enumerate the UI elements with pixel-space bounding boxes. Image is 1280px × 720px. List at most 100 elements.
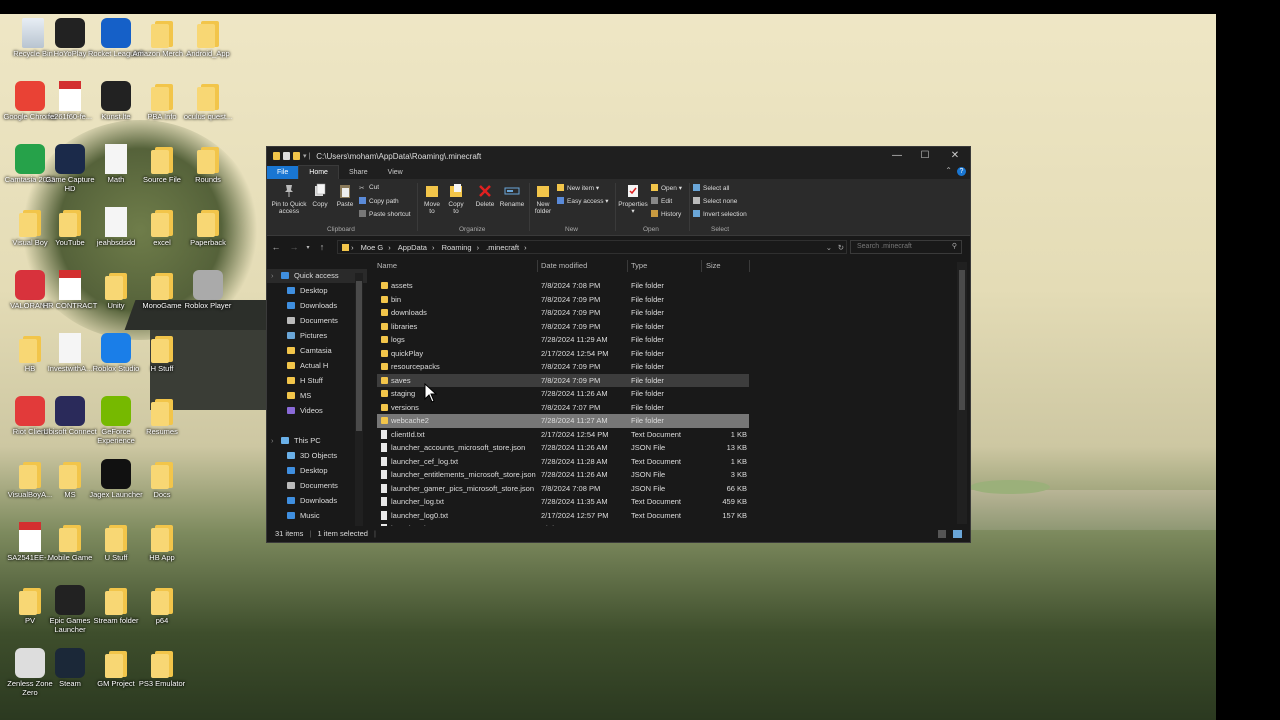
title-bar[interactable]: ▾ | C:\Users\moham\AppData\Roaming\.mine… (267, 147, 970, 165)
file-row[interactable]: webcache2 7/28/2024 11:27 AM File folder (377, 414, 749, 428)
search-input[interactable]: Search .minecraft ⚲ (850, 240, 962, 254)
nav-item[interactable]: Desktop (267, 464, 367, 478)
invert-selection-button[interactable]: Invert selection (693, 210, 747, 218)
tab-share[interactable]: Share (339, 166, 378, 179)
nav-item[interactable]: Actual H (267, 359, 367, 373)
desktop-icon[interactable]: HB App (132, 522, 192, 563)
file-row[interactable]: downloads 7/8/2024 7:09 PM File folder (377, 306, 749, 320)
file-row[interactable]: libraries 7/8/2024 7:09 PM File folder (377, 320, 749, 334)
file-row[interactable]: launcher_cef_log.txt 7/28/2024 11:28 AM Te… (377, 455, 749, 469)
file-row[interactable]: logs 7/28/2024 11:29 AM File folder (377, 333, 749, 347)
file-row[interactable]: quickPlay 2/17/2024 12:54 PM File folder (377, 347, 749, 361)
desktop-icon[interactable]: Docs (132, 459, 192, 500)
nav-item[interactable]: MS (267, 389, 367, 403)
nav-item[interactable]: Music (267, 509, 367, 523)
maximize-button[interactable]: ☐ (911, 149, 939, 163)
edit-button[interactable]: Edit (651, 197, 672, 205)
nav-item[interactable]: Camtasia✦ (267, 344, 367, 358)
desktop-icon[interactable]: PS3 Emulator (132, 648, 192, 689)
forward-arrow-icon[interactable]: → (285, 242, 303, 252)
chevron-right-icon[interactable]: › (271, 434, 274, 448)
desktop-icon[interactable]: p64 (132, 585, 192, 626)
chevron-right-icon[interactable]: › (271, 269, 274, 283)
file-row[interactable]: launcher_log0.txt 2/17/2024 12:57 PM Text … (377, 509, 749, 523)
paste-button[interactable]: Paste (333, 183, 357, 208)
column-header-date[interactable]: Date modified (541, 259, 587, 273)
column-divider[interactable] (749, 260, 750, 272)
recent-locations-icon[interactable]: ▾ (303, 244, 313, 251)
nav-item[interactable]: Documents (267, 479, 367, 493)
file-row[interactable]: assets 7/8/2024 7:08 PM File folder (377, 279, 749, 293)
desktop-icon[interactable]: Android_App (178, 18, 238, 59)
nav-item[interactable]: Downloads✦ (267, 299, 367, 313)
copy-path-button[interactable]: Copy path (359, 197, 399, 205)
qat-dropdown-icon[interactable]: ▾ | (303, 152, 310, 160)
select-all-button[interactable]: Select all (693, 184, 729, 192)
chevron-up-icon[interactable]: ⌃ (945, 166, 952, 175)
file-row[interactable]: clientId.txt 2/17/2024 12:54 PM Text Docum… (377, 428, 749, 442)
nav-item[interactable]: Videos (267, 404, 367, 418)
file-list-scrollbar[interactable] (957, 262, 967, 524)
file-row[interactable]: bin 7/8/2024 7:09 PM File folder (377, 293, 749, 307)
column-divider[interactable] (537, 260, 538, 272)
pin-quick-access-button[interactable]: Pin to Quick access (271, 183, 307, 215)
properties-button[interactable]: Properties ▾ (617, 183, 649, 215)
close-button[interactable]: ✕ (941, 149, 969, 163)
desktop-icon[interactable]: Roblox Player (178, 270, 238, 311)
rename-button[interactable]: Rename (499, 183, 525, 208)
file-list-scrollbar-thumb[interactable] (959, 270, 965, 410)
column-header-name[interactable]: Name (377, 259, 397, 273)
nav-item[interactable]: H Stuff (267, 374, 367, 388)
new-item-button[interactable]: New item ▾ (557, 184, 599, 192)
up-arrow-icon[interactable]: ↑ (313, 242, 331, 252)
file-row[interactable]: launcher_log.txt 7/28/2024 11:35 AM Text D… (377, 495, 749, 509)
tab-view[interactable]: View (378, 166, 413, 179)
desktop-icon[interactable]: oculus quest... (178, 81, 238, 122)
delete-button[interactable]: Delete (473, 183, 497, 208)
breadcrumb-item[interactable]: Roaming (442, 243, 472, 252)
nav-item[interactable]: › Quick access (267, 269, 367, 283)
help-icon[interactable]: ? (957, 167, 966, 176)
file-row[interactable]: launcher_gamer_pics_microsoft_store.json… (377, 482, 749, 496)
nav-item[interactable]: Desktop✦ (267, 284, 367, 298)
address-dropdown-icon[interactable]: ⌄ (826, 241, 832, 255)
move-to-button[interactable]: Move to (421, 183, 443, 215)
easy-access-button[interactable]: Easy access ▾ (557, 197, 609, 205)
tab-home[interactable]: Home (298, 165, 339, 179)
file-row[interactable]: launcher_accounts_microsoft_store.json 7/… (377, 441, 749, 455)
history-button[interactable]: History (651, 210, 681, 218)
column-header-type[interactable]: Type (631, 259, 647, 273)
desktop-icon[interactable]: Paperback (178, 207, 238, 248)
large-icons-view-icon[interactable] (953, 530, 962, 538)
column-header-size[interactable]: Size (706, 259, 721, 273)
select-none-button[interactable]: Select none (693, 197, 737, 205)
breadcrumb-item[interactable]: .minecraft (486, 243, 519, 252)
desktop-icon[interactable]: Resumes (132, 396, 192, 437)
address-input[interactable]: › Moe G › AppData › Roaming › .minecraft › ⌄… (337, 240, 847, 254)
cut-button[interactable]: ✂ Cut (359, 184, 379, 192)
nav-scrollbar-thumb[interactable] (356, 281, 362, 431)
nav-item[interactable]: Pictures✦ (267, 329, 367, 343)
nav-scrollbar[interactable] (355, 273, 363, 526)
details-view-icon[interactable] (938, 530, 946, 538)
desktop-icon[interactable]: H Stuff (132, 333, 192, 374)
column-divider[interactable] (701, 260, 702, 272)
minimize-button[interactable]: — (883, 149, 911, 163)
nav-item[interactable]: 3D Objects (267, 449, 367, 463)
desktop-icon[interactable]: Rounds (178, 144, 238, 185)
copy-button[interactable]: Copy (309, 183, 331, 208)
breadcrumb-item[interactable]: Moe G (361, 243, 384, 252)
back-arrow-icon[interactable]: ← (267, 242, 285, 252)
file-row[interactable]: launcher_entitlements_microsoft_store.js… (377, 468, 749, 482)
refresh-icon[interactable]: ↻ (838, 241, 844, 255)
open-button[interactable]: Open ▾ (651, 184, 682, 192)
nav-item[interactable]: Documents✦ (267, 314, 367, 328)
file-explorer-window[interactable]: ▾ | C:\Users\moham\AppData\Roaming\.mine… (266, 146, 971, 543)
properties-icon[interactable] (283, 152, 290, 160)
breadcrumb-item[interactable]: AppData (398, 243, 427, 252)
copy-to-button[interactable]: Copy to (445, 183, 467, 215)
nav-item[interactable]: › This PC (267, 434, 367, 448)
new-folder-icon[interactable] (293, 152, 300, 160)
nav-item[interactable]: Downloads (267, 494, 367, 508)
tab-file[interactable]: File (267, 166, 299, 179)
